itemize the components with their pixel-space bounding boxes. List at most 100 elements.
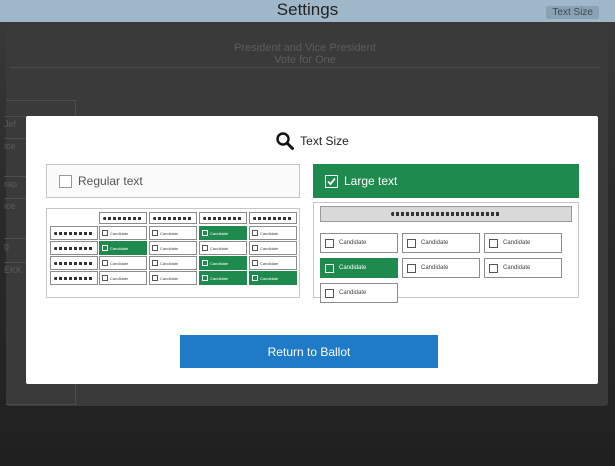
large-text-label: Large text bbox=[344, 174, 398, 188]
preview-candidate-label: Candidate bbox=[339, 290, 367, 296]
preview-scribble bbox=[53, 262, 95, 265]
preview-row-label bbox=[50, 241, 98, 255]
preview-candidate-cell: Candidate bbox=[320, 258, 398, 278]
preview-candidate-cell: Candidate bbox=[249, 226, 297, 240]
preview-candidate-label: Candidate bbox=[160, 275, 179, 281]
preview-candidate-cell: Candidate bbox=[149, 256, 197, 270]
preview-candidate-cell: Candidate bbox=[199, 226, 247, 240]
preview-grid-small: Candidate Candidate Candidate Candidate Cand… bbox=[50, 212, 298, 296]
preview-checkbox bbox=[325, 263, 334, 273]
preview-candidate-cell: Candidate bbox=[484, 233, 562, 253]
preview-candidate-cell: Candidate bbox=[484, 258, 562, 278]
text-size-dialog: Text Size Regular text Large text Candid… bbox=[26, 116, 598, 384]
preview-checkbox bbox=[407, 238, 416, 248]
preview-candidate-label: Candidate bbox=[503, 265, 531, 271]
preview-checkbox bbox=[152, 275, 158, 281]
preview-candidate-label: Candidate bbox=[160, 260, 179, 266]
preview-candidate-label: Candidate bbox=[110, 245, 129, 251]
regular-text-preview: Candidate Candidate Candidate Candidate Cand… bbox=[46, 208, 300, 298]
preview-candidate-label: Candidate bbox=[210, 260, 229, 266]
preview-row-label bbox=[50, 226, 98, 240]
preview-candidate-label: Candidate bbox=[260, 245, 279, 251]
preview-checkbox bbox=[202, 230, 208, 236]
preview-checkbox bbox=[252, 275, 258, 281]
preview-checkbox bbox=[102, 245, 108, 251]
preview-candidate-cell: Candidate bbox=[199, 241, 247, 255]
preview-column-header bbox=[99, 212, 147, 224]
preview-candidate-cell: Candidate bbox=[149, 226, 197, 240]
preview-header-scribble bbox=[391, 212, 501, 216]
large-text-option[interactable]: Large text bbox=[313, 164, 579, 198]
preview-column-header bbox=[149, 212, 197, 224]
preview-candidate-label: Candidate bbox=[110, 260, 129, 266]
preview-candidate-label: Candidate bbox=[260, 275, 279, 281]
preview-candidate-cell: Candidate bbox=[99, 271, 147, 285]
window-title: Settings bbox=[276, 0, 339, 19]
contest-instruction: Vote for One bbox=[274, 54, 336, 66]
preview-row-label bbox=[50, 256, 98, 270]
preview-candidate-cell: Candidate bbox=[249, 256, 297, 270]
preview-candidate-label: Candidate bbox=[421, 240, 449, 246]
preview-scribble bbox=[102, 217, 144, 220]
preview-candidate-cell: Candidate bbox=[402, 233, 480, 253]
preview-candidate-label: Candidate bbox=[210, 275, 229, 281]
preview-checkbox bbox=[152, 245, 158, 251]
preview-candidate-label: Candidate bbox=[421, 265, 449, 271]
preview-candidate-cell: Candidate bbox=[199, 256, 247, 270]
preview-candidate-label: Candidate bbox=[260, 260, 279, 266]
preview-scribble bbox=[53, 247, 95, 250]
preview-checkbox bbox=[102, 260, 108, 266]
preview-checkbox bbox=[325, 288, 334, 298]
preview-scribble bbox=[53, 277, 95, 280]
preview-candidate-cell: Candidate bbox=[402, 258, 480, 278]
preview-candidate-label: Candidate bbox=[339, 240, 367, 246]
contest-title: President and Vice President bbox=[234, 42, 376, 54]
preview-contest-header bbox=[320, 206, 572, 222]
preview-candidate-label: Candidate bbox=[210, 245, 229, 251]
preview-checkbox bbox=[152, 260, 158, 266]
preview-checkbox bbox=[202, 260, 208, 266]
preview-checkbox bbox=[152, 230, 158, 236]
preview-candidate-cell: Candidate bbox=[249, 241, 297, 255]
preview-candidate-label: Candidate bbox=[110, 275, 129, 281]
preview-column-header bbox=[199, 212, 247, 224]
preview-candidate-label: Candidate bbox=[160, 245, 179, 251]
preview-candidate-label: Candidate bbox=[210, 230, 229, 236]
preview-candidate-cell: Candidate bbox=[149, 271, 197, 285]
preview-scribble bbox=[152, 217, 194, 220]
preview-checkbox bbox=[252, 230, 258, 236]
preview-candidate-label: Candidate bbox=[503, 240, 531, 246]
dialog-header: Text Size bbox=[26, 130, 598, 152]
preview-candidate-label: Candidate bbox=[260, 230, 279, 236]
preview-checkbox bbox=[252, 245, 258, 251]
preview-candidate-cell: Candidate bbox=[320, 233, 398, 253]
preview-candidate-label: Candidate bbox=[339, 265, 367, 271]
preview-checkbox bbox=[489, 263, 498, 273]
magnifier-icon bbox=[276, 132, 295, 150]
preview-row-label bbox=[50, 271, 98, 285]
preview-checkbox bbox=[102, 230, 108, 236]
regular-text-checkbox[interactable] bbox=[59, 174, 72, 188]
preview-candidate-label: Candidate bbox=[110, 230, 129, 236]
preview-checkbox bbox=[202, 245, 208, 251]
preview-checkbox bbox=[489, 238, 498, 248]
preview-candidate-cell: Candidate bbox=[199, 271, 247, 285]
dialog-title: Text Size bbox=[300, 134, 349, 148]
preview-checkbox bbox=[407, 263, 416, 273]
preview-scribble bbox=[252, 217, 294, 220]
preview-candidate-cell: Candidate bbox=[99, 256, 147, 270]
preview-candidate-label: Candidate bbox=[160, 230, 179, 236]
preview-checkbox bbox=[252, 260, 258, 266]
text-size-shortcut[interactable]: Text Size bbox=[546, 6, 599, 19]
return-to-ballot-button[interactable]: Return to Ballot bbox=[180, 335, 438, 368]
preview-scribble bbox=[53, 232, 95, 235]
large-text-checkbox[interactable] bbox=[325, 174, 338, 188]
preview-candidate-cell: Candidate bbox=[149, 241, 197, 255]
preview-checkbox bbox=[325, 238, 334, 248]
regular-text-option[interactable]: Regular text bbox=[46, 164, 300, 198]
preview-checkbox bbox=[102, 275, 108, 281]
preview-candidate-cell: Candidate bbox=[249, 271, 297, 285]
checkmark-icon bbox=[327, 177, 336, 185]
preview-candidate-cell: Candidate bbox=[320, 283, 398, 303]
preview-candidate-cell: Candidate bbox=[99, 226, 147, 240]
